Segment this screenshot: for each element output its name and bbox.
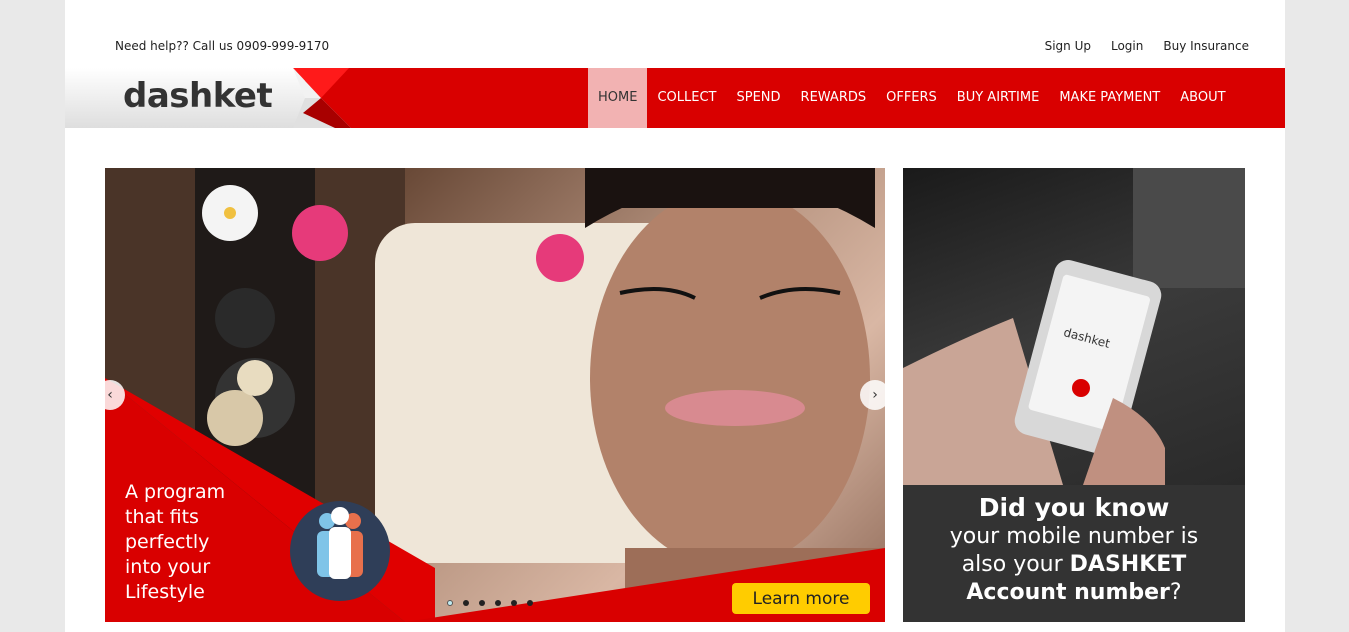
hero-slider: ‹ › A program that fits perfectly into y…: [105, 168, 885, 622]
side-banner[interactable]: dashket Did you know your mobile number …: [903, 168, 1245, 622]
side-banner-text: Did you know your mobile number is also …: [903, 485, 1245, 622]
nav-spend[interactable]: SPEND: [726, 68, 790, 128]
signup-link[interactable]: Sign Up: [1045, 39, 1091, 53]
chevron-right-icon: ›: [872, 387, 878, 403]
nav-make-payment[interactable]: MAKE PAYMENT: [1049, 68, 1170, 128]
promo-line-5: Lifestyle: [125, 581, 205, 603]
slider-next-button[interactable]: ›: [860, 380, 885, 410]
nav-about[interactable]: ABOUT: [1170, 68, 1235, 128]
help-text: Need help?? Call us 0909-999-9170: [115, 39, 330, 53]
side-line-4: Account number?: [966, 580, 1182, 605]
side-line-2: your mobile number is: [949, 524, 1199, 549]
nav-buy-airtime[interactable]: BUY AIRTIME: [947, 68, 1050, 128]
nav-offers[interactable]: OFFERS: [876, 68, 947, 128]
slider-dot[interactable]: [511, 600, 517, 606]
main-nav: HOME COLLECT SPEND REWARDS OFFERS BUY AI…: [588, 68, 1236, 128]
logo: dashket: [123, 76, 273, 116]
slider-dot[interactable]: [527, 600, 533, 606]
main-navbar: dashket HOME COLLECT SPEND REWARDS OFFER…: [65, 68, 1285, 128]
nav-collect[interactable]: COLLECT: [647, 68, 726, 128]
promo-text: A program that fits perfectly into your …: [125, 480, 275, 605]
logo-area[interactable]: dashket: [65, 68, 305, 128]
promo-line-1: A program: [125, 481, 226, 503]
buy-insurance-link[interactable]: Buy Insurance: [1163, 39, 1249, 53]
side-line-3: also your DASHKET: [961, 552, 1187, 577]
chevron-left-icon: ‹: [107, 387, 113, 403]
promo-line-4: into your: [125, 556, 211, 578]
promo-line-3: perfectly: [125, 531, 210, 553]
nav-home[interactable]: HOME: [588, 68, 648, 128]
top-links: Sign Up Login Buy Insurance: [1045, 39, 1249, 53]
logo-swoosh-icon: [293, 68, 351, 128]
promo-line-2: that fits: [125, 506, 199, 528]
phone-photo: dashket: [903, 168, 1245, 485]
slider-dot[interactable]: [463, 600, 469, 606]
slider-dot[interactable]: [479, 600, 485, 606]
nav-rewards[interactable]: REWARDS: [791, 68, 877, 128]
learn-more-button[interactable]: Learn more: [732, 583, 870, 614]
slider-dot[interactable]: [447, 600, 453, 606]
login-link[interactable]: Login: [1111, 39, 1143, 53]
page-container: Need help?? Call us 0909-999-9170 Sign U…: [65, 0, 1285, 632]
side-line-1: Did you know: [978, 493, 1170, 522]
slider-dot[interactable]: [495, 600, 501, 606]
top-bar: Need help?? Call us 0909-999-9170 Sign U…: [65, 0, 1285, 68]
slider-dots: [447, 600, 533, 606]
